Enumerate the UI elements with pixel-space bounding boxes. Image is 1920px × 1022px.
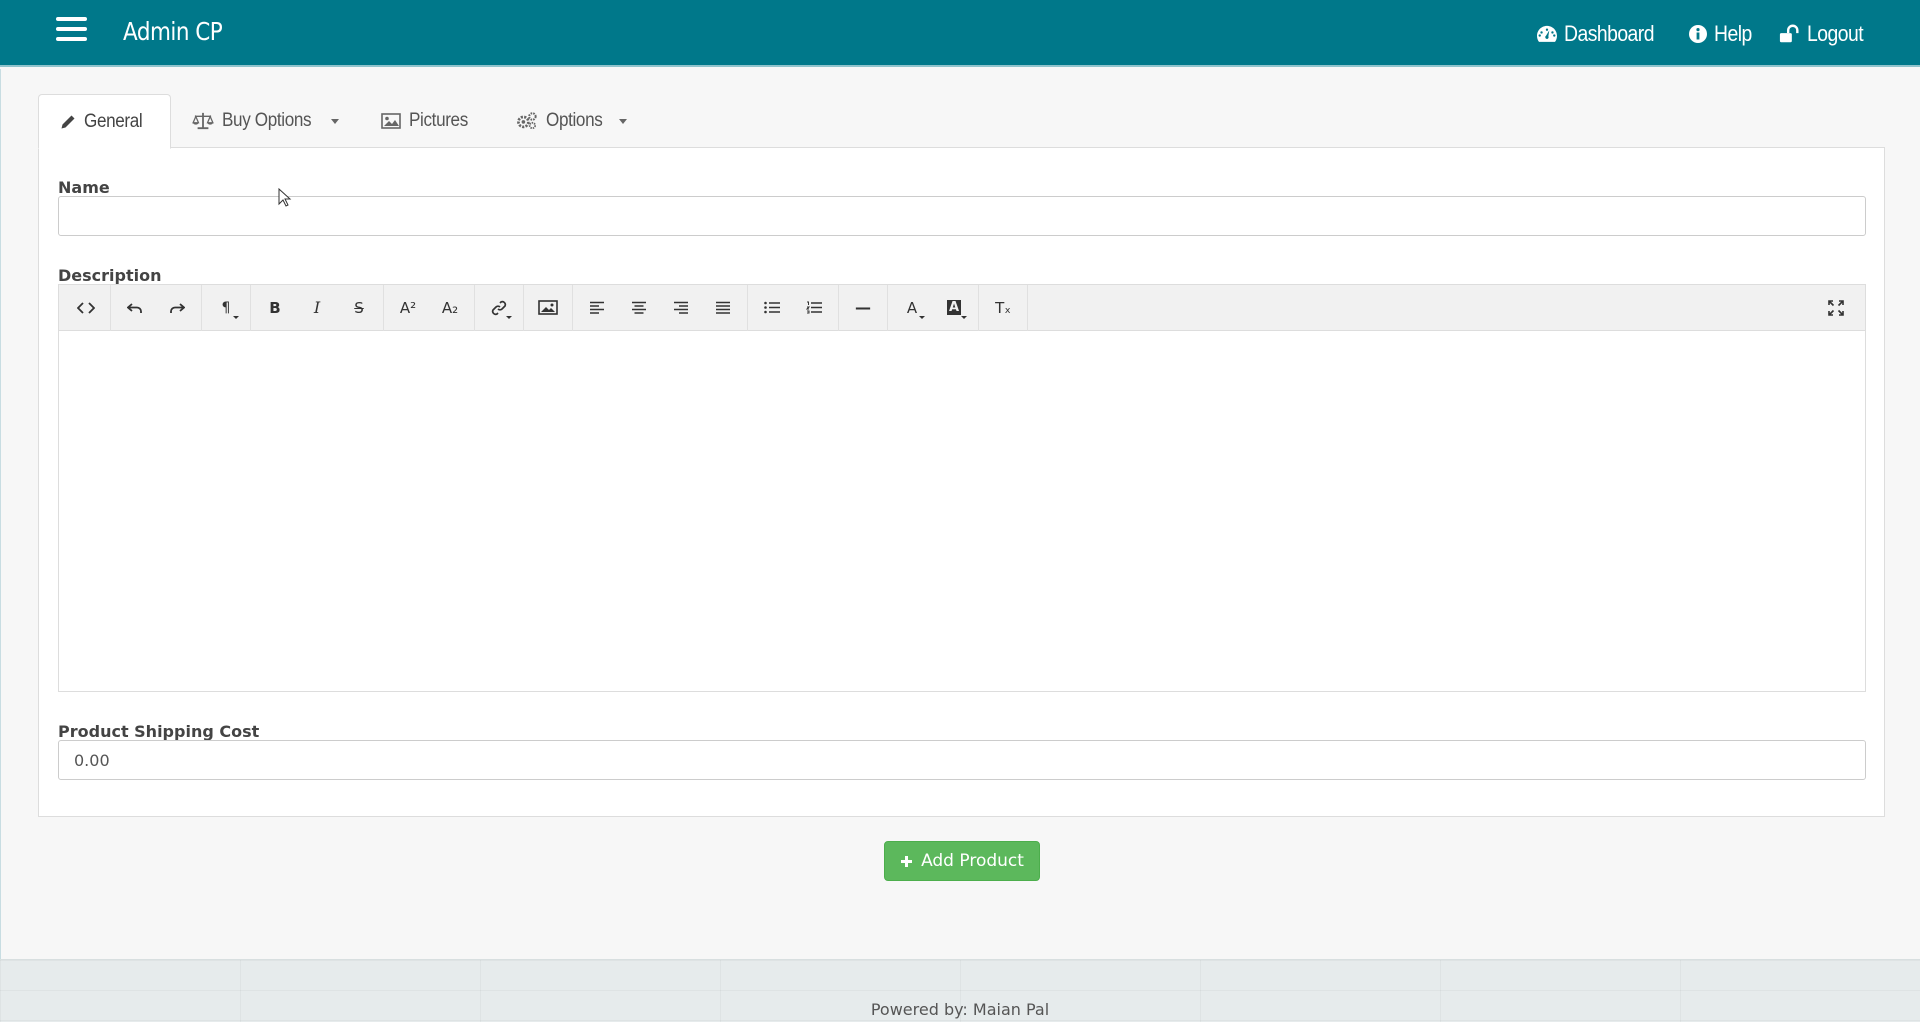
balance-scale-icon <box>191 112 214 130</box>
align-right-icon <box>674 301 688 314</box>
picture-icon <box>538 300 558 315</box>
image-icon <box>381 113 401 129</box>
product-tabs: General Buy Options Pictures Options <box>38 94 648 149</box>
description-editor: ¶ B I S A² A₂ — A A Tₓ <box>58 284 1866 692</box>
dashboard-icon <box>1537 25 1558 42</box>
tab-buy-options[interactable]: Buy Options <box>171 94 360 148</box>
unlock-icon <box>1780 24 1799 43</box>
paragraph-icon: ¶ <box>221 299 231 316</box>
gears-icon <box>517 112 537 130</box>
name-input[interactable] <box>58 196 1866 236</box>
italic-button[interactable]: I <box>296 285 338 331</box>
numbered-list-icon <box>806 301 822 314</box>
expand-icon <box>1828 300 1844 316</box>
footer-credit[interactable]: Powered by: Maian Pal <box>0 1000 1920 1019</box>
link-icon <box>491 300 507 315</box>
undo-button[interactable] <box>114 285 156 331</box>
chevron-down-icon <box>619 118 628 124</box>
editor-toolbar: ¶ B I S A² A₂ — A A Tₓ <box>59 284 1865 331</box>
background-color-icon: A <box>946 300 962 315</box>
align-justify-icon <box>716 301 730 314</box>
code-icon <box>77 301 95 314</box>
add-product-label: Add Product <box>921 851 1024 871</box>
subscript-button[interactable]: A₂ <box>429 285 471 331</box>
description-label: Description <box>58 266 162 285</box>
superscript-icon: A² <box>399 298 417 317</box>
tab-general[interactable]: General <box>38 94 171 149</box>
info-icon <box>1689 25 1708 43</box>
align-left-button[interactable] <box>576 285 618 331</box>
plus-icon <box>901 855 913 867</box>
redo-button[interactable] <box>156 285 198 331</box>
font-color-icon: A <box>906 298 918 317</box>
tab-pictures[interactable]: Pictures <box>360 94 495 148</box>
general-panel: Name Description ¶ B I S A² A₂ — A A Tₓ … <box>38 147 1885 817</box>
align-center-icon <box>632 301 646 314</box>
clear-formatting-button[interactable]: Tₓ <box>982 285 1024 331</box>
paragraph-format-button[interactable]: ¶ <box>205 285 247 331</box>
align-right-button[interactable] <box>660 285 702 331</box>
shipping-cost-label: Product Shipping Cost <box>58 722 260 741</box>
fullscreen-button[interactable] <box>1815 285 1857 331</box>
code-view-button[interactable] <box>65 285 107 331</box>
dashboard-label: Dashboard <box>1564 21 1655 46</box>
strikethrough-icon: S <box>354 298 364 317</box>
pencil-icon <box>61 115 75 128</box>
undo-icon <box>127 302 142 313</box>
add-product-button[interactable]: Add Product <box>884 841 1040 881</box>
font-color-button[interactable]: A <box>891 285 933 331</box>
tab-general-label: General <box>84 110 143 132</box>
italic-icon: I <box>313 298 321 317</box>
tab-options[interactable]: Options <box>495 94 648 148</box>
name-label: Name <box>58 178 110 197</box>
align-center-button[interactable] <box>618 285 660 331</box>
mouse-cursor-icon <box>278 188 292 207</box>
numbered-list-button[interactable] <box>793 285 835 331</box>
tab-buy-options-label: Buy Options <box>221 110 312 131</box>
logout-link[interactable]: Logout <box>1779 21 1871 47</box>
help-label: Help <box>1714 21 1753 46</box>
shipping-cost-input[interactable] <box>58 740 1866 780</box>
bold-icon: B <box>269 298 281 317</box>
insert-image-button[interactable] <box>527 285 569 331</box>
horizontal-rule-icon: — <box>855 298 871 317</box>
redo-icon <box>170 302 185 313</box>
tab-pictures-label: Pictures <box>408 110 468 131</box>
menu-toggle-icon[interactable] <box>56 17 88 43</box>
logout-label: Logout <box>1807 21 1864 46</box>
description-editor-area[interactable] <box>59 332 1865 691</box>
bulleted-list-icon <box>764 301 780 314</box>
bold-button[interactable]: B <box>254 285 296 331</box>
dashboard-link[interactable]: Dashboard <box>1536 21 1666 47</box>
tab-options-label: Options <box>546 110 603 131</box>
superscript-button[interactable]: A² <box>387 285 429 331</box>
align-left-icon <box>590 301 604 314</box>
background-color-button[interactable]: A <box>933 285 975 331</box>
bulleted-list-button[interactable] <box>751 285 793 331</box>
horizontal-rule-button[interactable]: — <box>842 285 884 331</box>
brand-title[interactable]: Admin CP <box>123 17 223 46</box>
subscript-icon: A₂ <box>441 298 459 317</box>
chevron-down-icon <box>330 118 339 124</box>
help-link[interactable]: Help <box>1688 21 1757 47</box>
align-justify-button[interactable] <box>702 285 744 331</box>
top-navbar: Admin CP Dashboard Help Logout <box>0 0 1920 67</box>
link-button[interactable] <box>478 285 520 331</box>
page-footer: Powered by: Maian Pal <box>0 959 1920 1022</box>
clear-formatting-icon: Tₓ <box>995 298 1011 317</box>
top-links: Dashboard Help Logout <box>1514 21 1871 47</box>
strikethrough-button[interactable]: S <box>338 285 380 331</box>
